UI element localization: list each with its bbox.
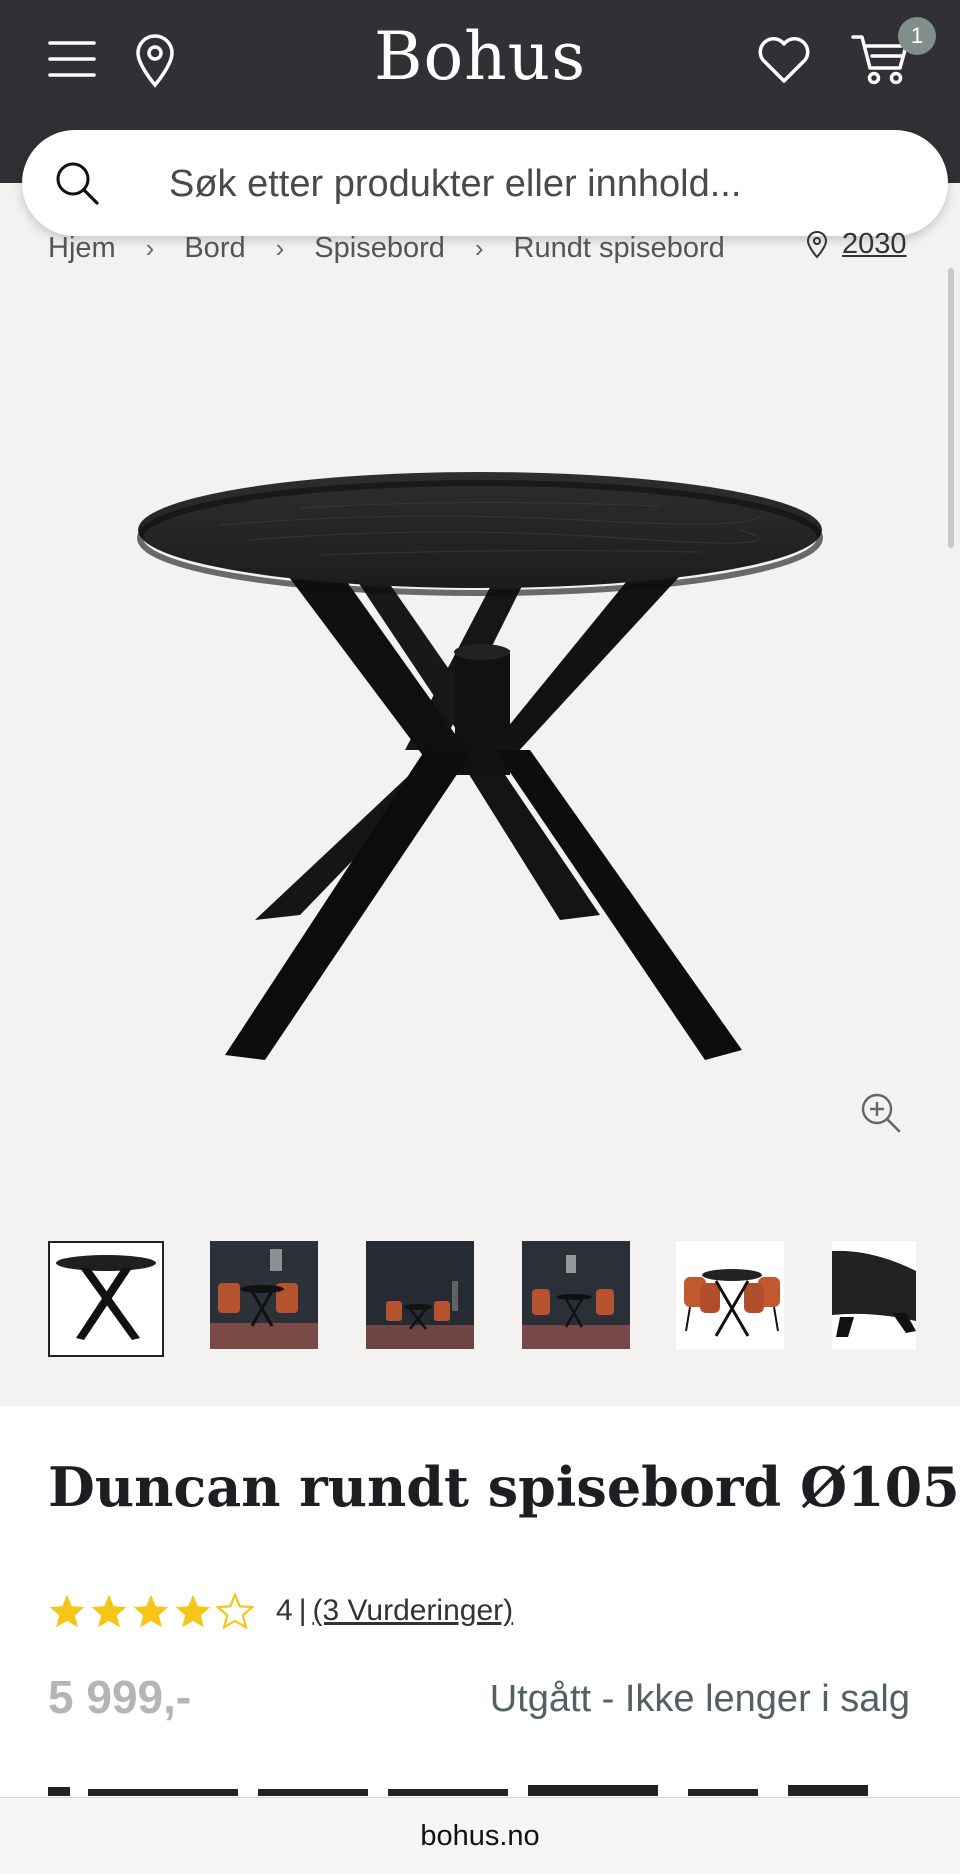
chevron-right-icon: › bbox=[474, 232, 484, 263]
brand-logo[interactable]: Bohus bbox=[0, 18, 960, 95]
description-preview bbox=[48, 1782, 918, 1796]
chevron-right-icon: › bbox=[275, 232, 285, 263]
thumbnail-6[interactable] bbox=[832, 1241, 916, 1349]
star-filled-icon bbox=[133, 1594, 169, 1628]
thumbnail-1[interactable] bbox=[48, 1241, 164, 1357]
product-rating: 4 | (3 Vurderinger) bbox=[48, 1593, 513, 1629]
product-title: Duncan rundt spisebord Ø105 bbox=[48, 1455, 960, 1519]
rating-separator: | bbox=[298, 1594, 307, 1627]
thumbnail-5[interactable] bbox=[676, 1241, 784, 1349]
breadcrumb-item-spisebord[interactable]: Spisebord bbox=[314, 232, 445, 265]
breadcrumb-item-rundt-spisebord[interactable]: Rundt spisebord bbox=[514, 232, 725, 265]
heart-icon[interactable] bbox=[754, 32, 814, 88]
search-icon[interactable] bbox=[52, 158, 102, 208]
reviews-link[interactable]: (3 Vurderinger) bbox=[312, 1594, 513, 1628]
breadcrumb-item-home[interactable]: Hjem bbox=[48, 232, 116, 265]
thumbnail-2[interactable] bbox=[210, 1241, 318, 1349]
search-input[interactable] bbox=[167, 150, 911, 218]
browser-address-bar[interactable]: bohus.no bbox=[0, 1797, 960, 1874]
star-filled-icon bbox=[49, 1594, 85, 1628]
rating-value: 4 bbox=[276, 1594, 293, 1627]
location-pin-icon bbox=[806, 230, 828, 258]
breadcrumb: Hjem › Bord › Spisebord › Rundt spisebor… bbox=[48, 228, 725, 268]
breadcrumb-item-bord[interactable]: Bord bbox=[184, 232, 245, 265]
store-location[interactable]: 2030 bbox=[806, 228, 907, 261]
product-main-image[interactable] bbox=[100, 420, 860, 1080]
availability-status: Utgått - Ikke lenger i salg bbox=[489, 1678, 910, 1720]
thumbnail-4[interactable] bbox=[522, 1241, 630, 1349]
search-bar[interactable] bbox=[22, 130, 948, 236]
star-filled-icon bbox=[91, 1594, 127, 1628]
star-rating bbox=[48, 1593, 258, 1629]
cart-count-badge: 1 bbox=[898, 17, 936, 55]
scrollbar[interactable] bbox=[948, 268, 954, 548]
star-empty-icon bbox=[216, 1593, 254, 1629]
thumbnail-3[interactable] bbox=[366, 1241, 474, 1349]
zoom-in-icon[interactable] bbox=[858, 1090, 904, 1136]
chevron-right-icon: › bbox=[145, 232, 155, 263]
star-filled-icon bbox=[175, 1594, 211, 1628]
product-price: 5 999,- bbox=[48, 1671, 192, 1723]
postcode-link[interactable]: 2030 bbox=[842, 228, 907, 261]
